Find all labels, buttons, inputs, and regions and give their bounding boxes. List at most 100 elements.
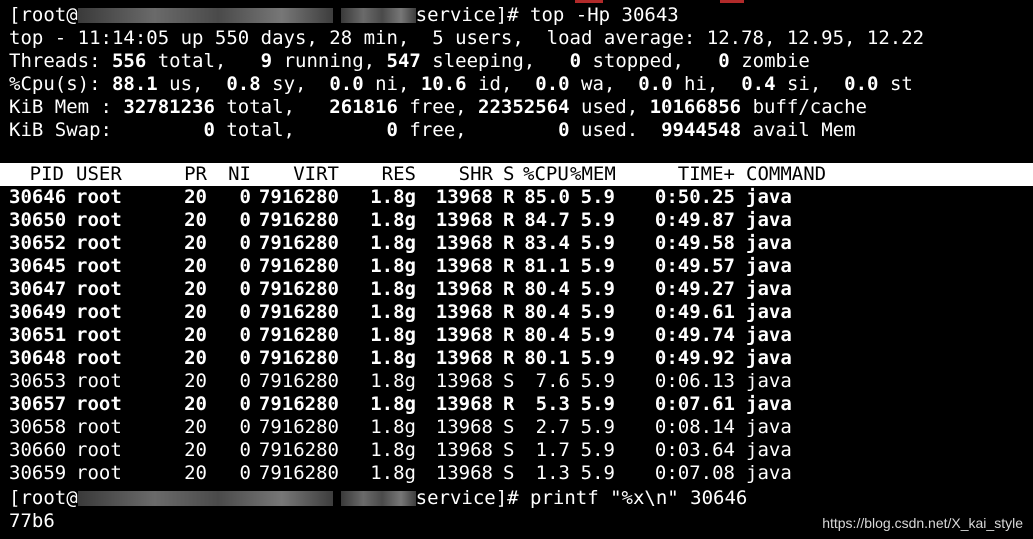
cell-pr: 20 (184, 462, 207, 484)
cell-pid: 30659 (9, 462, 67, 484)
cell-shr: 13968 (435, 324, 493, 346)
table-row: 30648 root 20 0 7916280 1.8g 13968 R 80.1 5.9 0:49… (0, 347, 1033, 370)
command-prompt-printf: [root@ service]# printf "%x\n" 30646 (9, 487, 747, 510)
cell-mem: 5.9 (580, 186, 615, 208)
cell-cpu: 7.6 (535, 370, 570, 392)
cell-cmd: java (746, 324, 792, 346)
cell-time: 0:50.25 (654, 186, 735, 208)
cell-time: 0:49.58 (654, 232, 735, 254)
cell-ni: 0 (239, 232, 251, 254)
cell-cpu: 5.3 (535, 393, 570, 415)
table-row: 30647 root 20 0 7916280 1.8g 13968 R 80.4 5.9 0:49… (0, 278, 1033, 301)
cell-cmd: java (746, 393, 792, 415)
cell-shr: 13968 (435, 232, 493, 254)
cell-shr: 13968 (435, 347, 493, 369)
cell-cmd: java (746, 209, 792, 231)
cell-virt: 7916280 (258, 186, 339, 208)
table-row: 30659 root 20 0 7916280 1.8g 13968 S 1.3 5.9 0:07.… (0, 462, 1033, 485)
cell-mem: 5.9 (580, 347, 615, 369)
cell-user: root (76, 324, 122, 346)
table-row: 30653 root 20 0 7916280 1.8g 13968 S 7.6 5.9 0:06.… (0, 370, 1033, 393)
cell-virt: 7916280 (258, 209, 339, 231)
cell-s: S (503, 416, 515, 438)
redacted-hostname (340, 491, 416, 506)
cell-pr: 20 (184, 347, 207, 369)
cell-user: root (76, 370, 122, 392)
process-table-header: PID USER PR NI VIRT RES SHR S %CPU %MEM … (0, 163, 1033, 186)
cell-shr: 13968 (435, 301, 493, 323)
col-ni: NI (228, 163, 251, 185)
cell-s: S (503, 462, 515, 484)
cell-cpu: 80.4 (524, 324, 570, 346)
cell-s: R (503, 209, 515, 231)
cell-pr: 20 (184, 209, 207, 231)
cell-time: 0:49.74 (654, 324, 735, 346)
cell-res: 1.8g (370, 370, 416, 392)
cell-mem: 5.9 (580, 209, 615, 231)
terminal-window[interactable]: [root@ service]# top -Hp 30643 top - 11:1… (0, 0, 1033, 539)
cell-ni: 0 (239, 439, 251, 461)
cell-s: R (503, 347, 515, 369)
cell-pid: 30646 (9, 186, 67, 208)
red-mark (575, 0, 603, 3)
cell-pr: 20 (184, 301, 207, 323)
table-row: 30660 root 20 0 7916280 1.8g 13968 S 1.7 5.9 0:03.… (0, 439, 1033, 462)
cell-cpu: 85.0 (524, 186, 570, 208)
cell-ni: 0 (239, 462, 251, 484)
cell-cmd: java (746, 186, 792, 208)
cell-ni: 0 (239, 186, 251, 208)
cell-cmd: java (746, 462, 792, 484)
cell-pid: 30651 (9, 324, 67, 346)
cell-cpu: 1.3 (535, 462, 570, 484)
cell-virt: 7916280 (258, 301, 339, 323)
cell-shr: 13968 (435, 393, 493, 415)
cell-ni: 0 (239, 393, 251, 415)
cell-shr: 13968 (435, 255, 493, 277)
red-mark (720, 0, 744, 3)
cell-shr: 13968 (435, 186, 493, 208)
cell-ni: 0 (239, 278, 251, 300)
cell-res: 1.8g (370, 232, 416, 254)
cell-res: 1.8g (370, 416, 416, 438)
col-shr: SHR (458, 163, 493, 185)
cell-res: 1.8g (370, 462, 416, 484)
cell-pr: 20 (184, 416, 207, 438)
cell-virt: 7916280 (258, 462, 339, 484)
cell-user: root (76, 347, 122, 369)
cell-user: root (76, 255, 122, 277)
cell-virt: 7916280 (258, 416, 339, 438)
cell-shr: 13968 (435, 439, 493, 461)
prompt-prefix: [root@ (9, 487, 78, 509)
cell-cmd: java (746, 416, 792, 438)
cell-time: 0:49.27 (654, 278, 735, 300)
cell-user: root (76, 186, 122, 208)
cell-s: R (503, 324, 515, 346)
cell-s: S (503, 370, 515, 392)
cell-time: 0:07.08 (654, 462, 735, 484)
cell-cpu: 1.7 (535, 439, 570, 461)
cell-cpu: 80.4 (524, 278, 570, 300)
cell-pr: 20 (184, 232, 207, 254)
cell-ni: 0 (239, 301, 251, 323)
col-virt: VIRT (293, 163, 339, 185)
col-s: S (503, 163, 515, 185)
table-row: 30646 root 20 0 7916280 1.8g 13968 R 85.0 5.9 0:50… (0, 186, 1033, 209)
cell-ni: 0 (239, 370, 251, 392)
cell-cmd: java (746, 278, 792, 300)
cell-time: 0:49.61 (654, 301, 735, 323)
top-summary-line: top - 11:14:05 up 550 days, 28 min, 5 us… (9, 27, 925, 49)
col-user: USER (76, 163, 122, 185)
cell-s: R (503, 186, 515, 208)
cell-pid: 30649 (9, 301, 67, 323)
cell-virt: 7916280 (258, 278, 339, 300)
cell-user: root (76, 416, 122, 438)
cell-pr: 20 (184, 393, 207, 415)
cell-pr: 20 (184, 278, 207, 300)
cell-ni: 0 (239, 416, 251, 438)
cell-cpu: 80.4 (524, 301, 570, 323)
cell-user: root (76, 209, 122, 231)
cell-pid: 30647 (9, 278, 67, 300)
col-res: RES (381, 163, 416, 185)
col-command: COMMAND (746, 163, 827, 185)
cell-shr: 13968 (435, 462, 493, 484)
